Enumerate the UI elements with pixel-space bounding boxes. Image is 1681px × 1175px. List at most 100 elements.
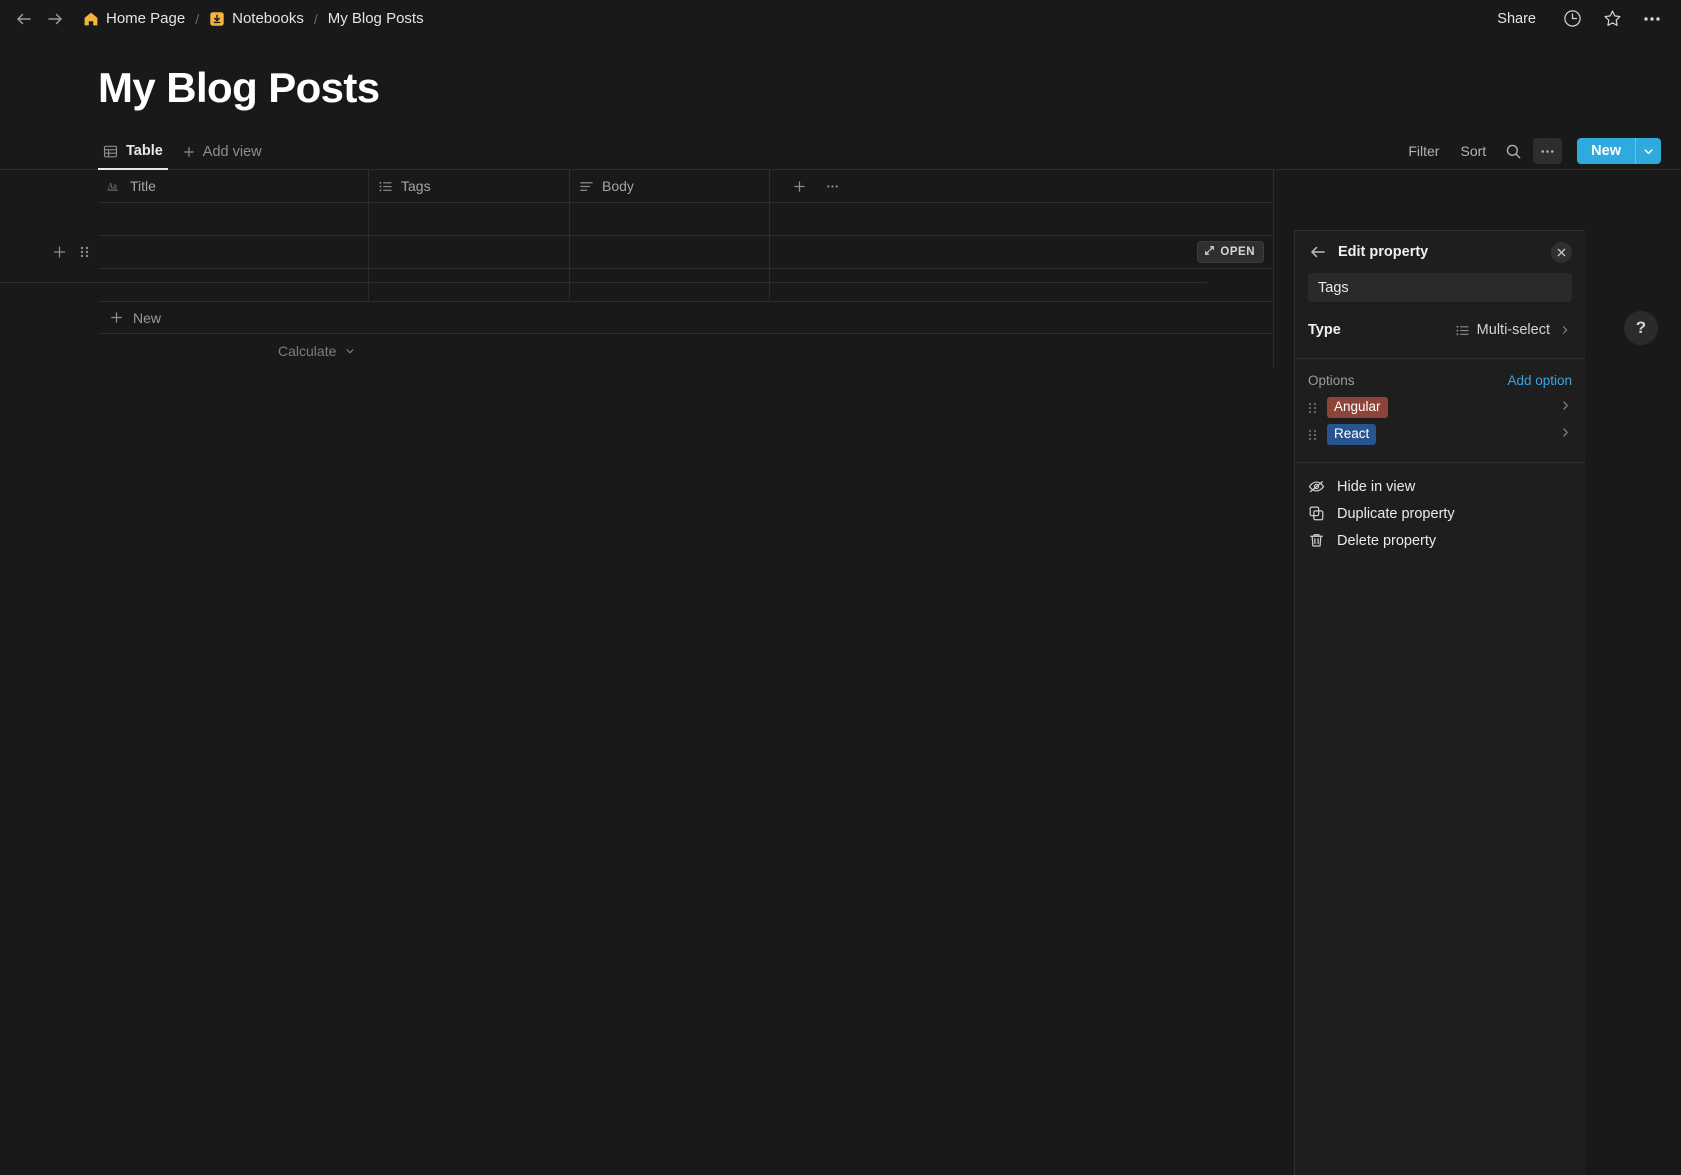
delete-property-menu-item[interactable]: Delete property — [1295, 527, 1585, 554]
cell-body[interactable] — [570, 236, 770, 268]
column-header-label: Body — [602, 178, 634, 194]
edit-property-panel: Edit property Tags Type Multi-select Opt… — [1294, 230, 1585, 1175]
star-icon[interactable] — [1601, 8, 1623, 30]
page-title: My Blog Posts — [98, 64, 380, 111]
plus-icon — [182, 145, 197, 160]
view-bar-actions: Filter Sort New — [1400, 138, 1661, 169]
add-view-label: Add view — [202, 144, 262, 160]
plus-icon — [109, 310, 124, 325]
svg-text:Aa: Aa — [108, 181, 118, 190]
calculate-label: Calculate — [278, 343, 337, 359]
content-divider — [0, 282, 1207, 283]
column-menu-ellipsis-icon[interactable] — [825, 179, 840, 194]
cell-title[interactable] — [98, 269, 369, 301]
table-row[interactable] — [98, 203, 1273, 236]
chevron-right-icon[interactable] — [1559, 399, 1572, 417]
column-header-title[interactable]: Aa Title — [98, 170, 369, 202]
cell-title[interactable] — [98, 203, 369, 235]
row-drag-handle-icon[interactable] — [77, 245, 92, 260]
table-row[interactable]: OPEN — [53, 236, 1273, 269]
more-options-icon[interactable] — [1641, 8, 1663, 30]
sort-button[interactable]: Sort — [1452, 138, 1494, 164]
top-bar-actions: Share — [1490, 8, 1663, 30]
database-table: Aa Title Tags Body OPEN New Calculate — [53, 170, 1274, 368]
search-icon[interactable] — [1499, 138, 1528, 164]
option-row-angular[interactable]: Angular — [1295, 394, 1585, 421]
column-header-label: Title — [130, 178, 156, 194]
table-header-row: Aa Title Tags Body — [98, 170, 1273, 203]
cell-body[interactable] — [570, 269, 770, 301]
tab-table[interactable]: Table — [98, 143, 168, 170]
add-option-button[interactable]: Add option — [1507, 373, 1572, 388]
cell-tags[interactable] — [369, 236, 570, 268]
panel-title: Edit property — [1338, 244, 1429, 260]
new-button-group: New — [1577, 138, 1661, 164]
add-column-plus-icon[interactable] — [792, 179, 807, 194]
breadcrumb-label: Notebooks — [232, 10, 304, 27]
clock-icon[interactable] — [1561, 8, 1583, 30]
hide-in-view-menu-item[interactable]: Hide in view — [1295, 473, 1585, 500]
option-row-react[interactable]: React — [1295, 421, 1585, 448]
new-button[interactable]: New — [1577, 138, 1635, 164]
tab-label: Table — [126, 143, 163, 159]
expand-icon — [1204, 245, 1215, 259]
back-icon[interactable] — [14, 9, 34, 29]
view-more-options-icon[interactable] — [1533, 138, 1563, 164]
options-label: Options — [1308, 373, 1355, 388]
panel-back-arrow-left-icon[interactable] — [1307, 241, 1329, 263]
breadcrumb-item-notebooks[interactable]: Notebooks — [205, 8, 308, 29]
share-button[interactable]: Share — [1490, 8, 1543, 30]
breadcrumb-separator: / — [313, 10, 318, 27]
top-bar: Home Page / Notebooks / My Blog Posts Sh… — [0, 0, 1681, 37]
options-header: Options Add option — [1295, 359, 1585, 394]
panel-header: Edit property — [1295, 231, 1585, 273]
duplicate-property-menu-item[interactable]: Duplicate property — [1295, 500, 1585, 527]
chevron-right-icon[interactable] — [1559, 426, 1572, 444]
cell-tags[interactable] — [369, 269, 570, 301]
copy-icon — [1308, 505, 1325, 522]
breadcrumb-item-home-page[interactable]: Home Page — [79, 8, 189, 29]
trash-icon — [1308, 532, 1325, 549]
chevron-right-icon — [1557, 323, 1572, 338]
notebook-icon — [209, 11, 225, 27]
text-lines-icon — [579, 179, 594, 194]
cell-empty — [770, 269, 1273, 301]
cell-tags[interactable] — [369, 203, 570, 235]
add-row-plus-icon[interactable] — [52, 245, 67, 260]
cell-title[interactable]: OPEN — [98, 236, 1264, 268]
forward-icon[interactable] — [45, 9, 65, 29]
help-button[interactable]: ? — [1624, 311, 1658, 345]
text-type-icon: Aa — [107, 179, 122, 194]
breadcrumb-item-current-page[interactable]: My Blog Posts — [324, 8, 428, 29]
add-view-button[interactable]: Add view — [168, 144, 269, 169]
home-icon — [83, 11, 99, 27]
drag-handle-icon[interactable] — [1306, 401, 1319, 415]
table-row[interactable] — [98, 269, 1273, 302]
property-type-value-group: Multi-select — [1455, 322, 1572, 338]
multiselect-icon — [1455, 323, 1470, 338]
calculate-row[interactable]: Calculate — [98, 334, 1273, 368]
open-row-button[interactable]: OPEN — [1197, 241, 1264, 263]
breadcrumb-label: My Blog Posts — [327, 10, 424, 27]
page-content: My Blog Posts Table Add view Filter Sort — [0, 64, 1681, 1175]
breadcrumb-separator: / — [195, 10, 200, 27]
property-type-row[interactable]: Type Multi-select — [1308, 314, 1572, 346]
menu-item-label: Hide in view — [1337, 478, 1416, 495]
column-header-body[interactable]: Body — [570, 170, 770, 202]
drag-handle-icon[interactable] — [1306, 428, 1319, 442]
new-row-button[interactable]: New — [98, 302, 1273, 334]
multiselect-icon — [378, 179, 393, 194]
panel-close-icon[interactable] — [1551, 241, 1572, 263]
menu-item-label: Delete property — [1337, 532, 1437, 549]
filter-button[interactable]: Filter — [1400, 138, 1447, 164]
breadcrumb-label: Home Page — [106, 10, 186, 27]
view-bar: Table Add view Filter Sort New — [0, 135, 1681, 170]
property-type-value: Multi-select — [1476, 322, 1550, 338]
eye-off-icon — [1308, 478, 1325, 495]
new-dropdown-chevron-down-icon[interactable] — [1635, 138, 1661, 164]
property-type-label: Type — [1308, 322, 1341, 338]
cell-body[interactable] — [570, 203, 770, 235]
property-name-input[interactable]: Tags — [1308, 273, 1572, 302]
column-header-tags[interactable]: Tags — [369, 170, 570, 202]
option-chip-label: React — [1327, 424, 1377, 445]
